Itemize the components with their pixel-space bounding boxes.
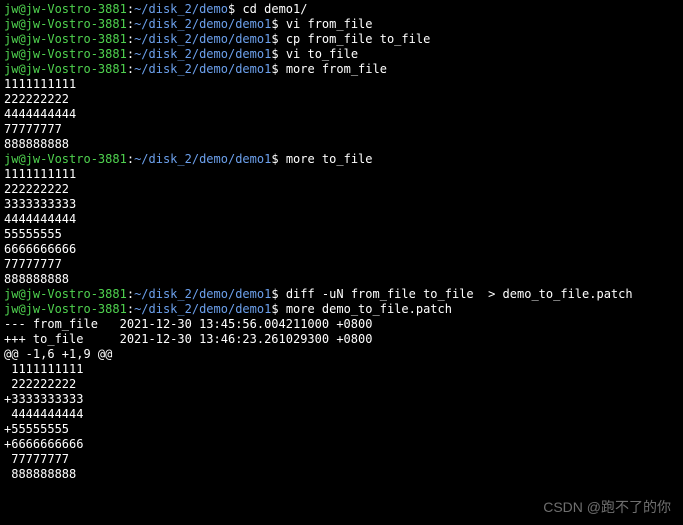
command-text: more from_file [286,62,387,76]
prompt-path: ~/disk_2/demo/demo1 [134,302,271,316]
prompt-path: ~/disk_2/demo/demo1 [134,62,271,76]
watermark-text: CSDN @跑不了的你 [543,500,671,515]
prompt-path: ~/disk_2/demo/demo1 [134,287,271,301]
prompt-path: ~/disk_2/demo/demo1 [134,32,271,46]
prompt-dollar: $ [271,302,278,316]
output-line: 222222222 [4,182,679,197]
output-line: 77777777 [4,122,679,137]
prompt-colon: : [127,2,134,16]
prompt-userhost: jw@jw-Vostro-3881 [4,62,127,76]
prompt-colon: : [127,287,134,301]
prompt-path: ~/disk_2/demo/demo1 [134,17,271,31]
prompt-line: jw@jw-Vostro-3881:~/disk_2/demo/demo1$ v… [4,47,679,62]
prompt-userhost: jw@jw-Vostro-3881 [4,47,127,61]
prompt-userhost: jw@jw-Vostro-3881 [4,2,127,16]
output-line: 1111111111 [4,167,679,182]
patch-line: 1111111111 [4,362,679,377]
output-line: 222222222 [4,92,679,107]
prompt-path: ~/disk_2/demo [134,2,228,16]
command-text: vi to_file [286,47,358,61]
prompt-colon: : [127,62,134,76]
command-text: more demo_to_file.patch [286,302,452,316]
prompt-colon: : [127,32,134,46]
prompt-colon: : [127,17,134,31]
patch-hunk: @@ -1,6 +1,9 @@ [4,347,679,362]
patch-header-to: +++ to_file 2021-12-30 13:46:23.26102930… [4,332,679,347]
prompt-dollar: $ [271,32,278,46]
prompt-line: jw@jw-Vostro-3881:~/disk_2/demo/demo1$ m… [4,152,679,167]
terminal-output[interactable]: jw@jw-Vostro-3881:~/disk_2/demo$ cd demo… [4,2,679,482]
prompt-colon: : [127,152,134,166]
output-line: 4444444444 [4,212,679,227]
prompt-line: jw@jw-Vostro-3881:~/disk_2/demo/demo1$ m… [4,62,679,77]
output-line: 6666666666 [4,242,679,257]
output-line: 1111111111 [4,77,679,92]
prompt-line: jw@jw-Vostro-3881:~/disk_2/demo$ cd demo… [4,2,679,17]
prompt-path: ~/disk_2/demo/demo1 [134,152,271,166]
output-line: 77777777 [4,257,679,272]
output-line: 4444444444 [4,107,679,122]
prompt-colon: : [127,47,134,61]
patch-line: +3333333333 [4,392,679,407]
prompt-line: jw@jw-Vostro-3881:~/disk_2/demo/demo1$ v… [4,17,679,32]
prompt-dollar: $ [271,47,278,61]
prompt-userhost: jw@jw-Vostro-3881 [4,32,127,46]
prompt-userhost: jw@jw-Vostro-3881 [4,302,127,316]
command-text: vi from_file [286,17,373,31]
prompt-line: jw@jw-Vostro-3881:~/disk_2/demo/demo1$ d… [4,287,679,302]
prompt-userhost: jw@jw-Vostro-3881 [4,17,127,31]
prompt-dollar: $ [228,2,235,16]
command-text: cp from_file to_file [286,32,431,46]
prompt-dollar: $ [271,152,278,166]
output-line: 3333333333 [4,197,679,212]
prompt-line: jw@jw-Vostro-3881:~/disk_2/demo/demo1$ c… [4,32,679,47]
patch-line: 4444444444 [4,407,679,422]
prompt-userhost: jw@jw-Vostro-3881 [4,287,127,301]
prompt-line: jw@jw-Vostro-3881:~/disk_2/demo/demo1$ m… [4,302,679,317]
output-line: 888888888 [4,137,679,152]
command-text: diff -uN from_file to_file > demo_to_fil… [286,287,633,301]
patch-line: 77777777 [4,452,679,467]
prompt-dollar: $ [271,287,278,301]
patch-line: 222222222 [4,377,679,392]
prompt-dollar: $ [271,17,278,31]
prompt-userhost: jw@jw-Vostro-3881 [4,152,127,166]
patch-line: +55555555 [4,422,679,437]
prompt-dollar: $ [271,62,278,76]
patch-header-from: --- from_file 2021-12-30 13:45:56.004211… [4,317,679,332]
output-line: 55555555 [4,227,679,242]
command-text: cd demo1/ [242,2,307,16]
command-text: more to_file [286,152,373,166]
output-line: 888888888 [4,272,679,287]
prompt-path: ~/disk_2/demo/demo1 [134,47,271,61]
patch-line: +6666666666 [4,437,679,452]
patch-line: 888888888 [4,467,679,482]
prompt-colon: : [127,302,134,316]
